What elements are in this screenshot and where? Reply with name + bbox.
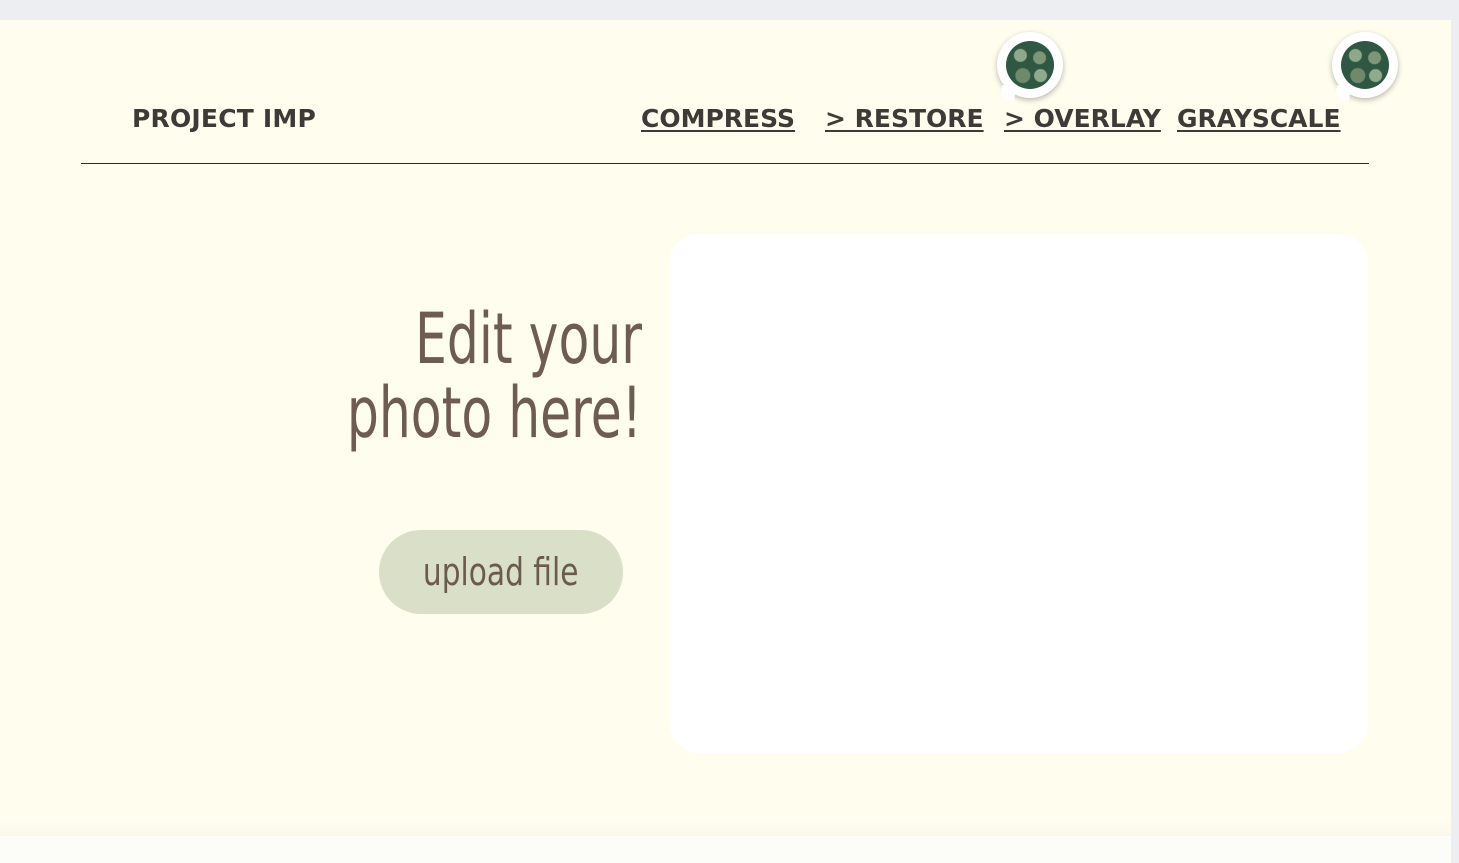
nav-link-restore[interactable]: > RESTORE bbox=[825, 104, 984, 133]
avatar-icon bbox=[1341, 41, 1389, 89]
hero-title: Edit your photo here! bbox=[324, 302, 642, 450]
upload-file-label: upload file bbox=[423, 550, 579, 594]
avatar-bubble-overlay[interactable] bbox=[997, 32, 1063, 98]
avatar-icon bbox=[1006, 41, 1054, 89]
avatar-bubble-grayscale[interactable] bbox=[1332, 32, 1398, 98]
footer-band bbox=[0, 836, 1451, 863]
nav-link-grayscale[interactable]: GRAYSCALE bbox=[1177, 104, 1341, 133]
window-edge bbox=[1451, 20, 1459, 863]
nav-link-overlay[interactable]: > OVERLAY bbox=[1004, 104, 1161, 133]
site-header: PROJECT IMP COMPRESS > RESTORE > OVERLAY… bbox=[81, 20, 1369, 164]
hero-title-line-2: photo here! bbox=[346, 372, 642, 454]
upload-file-button[interactable]: upload file bbox=[379, 530, 623, 614]
nav-link-compress[interactable]: COMPRESS bbox=[641, 104, 795, 133]
hero-title-line-1: Edit your bbox=[415, 298, 642, 380]
image-preview-panel bbox=[669, 234, 1368, 753]
brand-logo-text[interactable]: PROJECT IMP bbox=[132, 104, 316, 133]
page-background: PROJECT IMP COMPRESS > RESTORE > OVERLAY… bbox=[0, 20, 1451, 863]
